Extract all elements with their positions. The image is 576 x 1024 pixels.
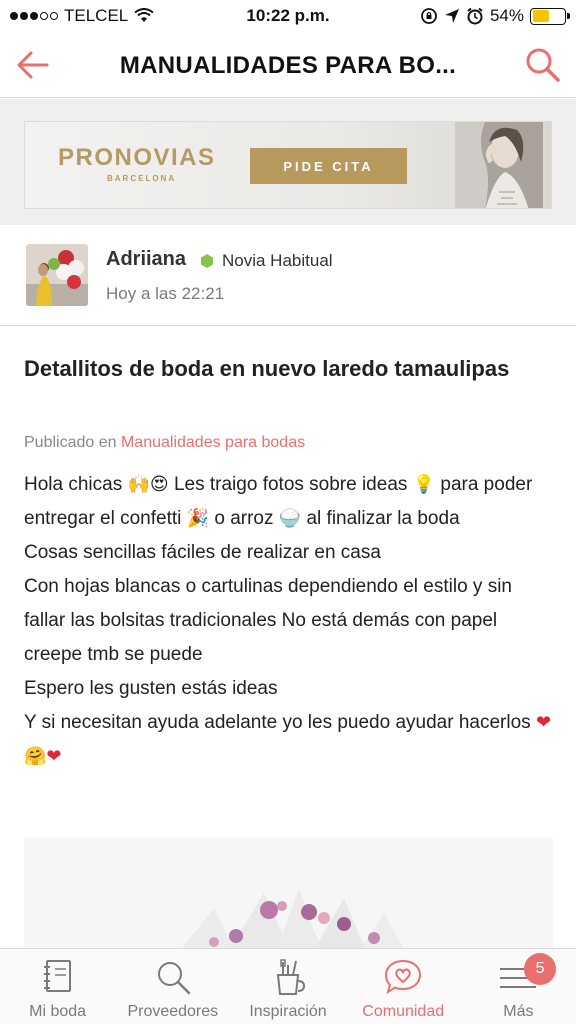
ad-area: PRONOVIAS BARCELONA PIDE CITA — [0, 99, 576, 225]
tab-label: Mi boda — [29, 1003, 87, 1020]
nav-header: MANUALIDADES PARA BO... — [0, 32, 576, 98]
tab-bar: Mi boda Proveedores Inspiración Comunida… — [0, 948, 576, 1024]
category-link[interactable]: Manualidades para bodas — [121, 434, 305, 451]
tab-inspiracion[interactable]: Inspiración — [230, 949, 345, 1024]
author-section: Adriiana Novia Habitual Hoy a las 22:21 — [0, 226, 576, 326]
pide-cita-button[interactable]: PIDE CITA — [250, 148, 407, 184]
search-icon — [526, 48, 560, 82]
brand-logo: PRONOVIAS — [58, 144, 216, 171]
tab-mas[interactable]: 5 Más — [461, 949, 576, 1024]
red-heart-emoji-icon: ❤ — [535, 712, 552, 733]
published-prefix: Publicado en — [24, 434, 117, 451]
body-text: Y si necesitan ayuda adelante yo les pue… — [24, 712, 531, 733]
notebook-icon — [43, 960, 71, 992]
battery-fill — [532, 10, 550, 22]
status-left: TELCEL — [10, 6, 154, 26]
wifi-icon — [134, 8, 154, 22]
location-arrow-icon — [444, 9, 459, 23]
tab-label: Proveedores — [127, 1003, 219, 1020]
tab-proveedores[interactable]: Proveedores — [115, 949, 230, 1024]
red-heart-emoji-icon: ❤ — [46, 746, 62, 767]
confetti-emoji-icon: 🎉 — [186, 508, 210, 529]
post-title: Detallitos de boda en nuevo laredo tamau… — [24, 356, 510, 381]
paragraph-2: Cosas sencillas fáciles de realizar en c… — [24, 542, 381, 563]
tab-label: Inspiración — [249, 1003, 327, 1020]
notification-badge: 5 — [524, 953, 557, 985]
lightbulb-emoji-icon: 💡 — [412, 474, 436, 495]
paint-brushes-icon — [276, 959, 306, 995]
tab-label: Más — [503, 1003, 534, 1020]
hugging-face-emoji-icon: 🤗 — [24, 746, 47, 767]
published-in: Publicado en Manualidades para bodas — [24, 434, 305, 452]
search-icon — [157, 962, 191, 995]
avatar[interactable] — [26, 244, 88, 306]
pronovias-ad-banner[interactable]: PRONOVIAS BARCELONA PIDE CITA — [24, 121, 552, 209]
body-text: Hola chicas — [24, 474, 123, 495]
paragraph-4: Espero les gusten estás ideas — [24, 678, 278, 699]
body-text: o arroz — [214, 508, 274, 529]
battery-percent: 54% — [489, 6, 524, 25]
author-name[interactable]: Adriiana — [106, 248, 186, 271]
status-bar: TELCEL 10:22 p.m. 54% — [0, 0, 576, 32]
paragraph-1: Hola chicas 🙌😍 Les traigo fotos sobre id… — [24, 468, 554, 536]
tab-label: Comunidad — [362, 1003, 445, 1020]
rotation-lock-icon — [421, 8, 437, 24]
bride-model-image — [455, 122, 543, 208]
page-title: MANUALIDADES PARA BO... — [119, 52, 457, 79]
post-timestamp: Hoy a las 22:21 — [106, 284, 225, 303]
post-photo[interactable] — [24, 838, 553, 958]
post-body: Hola chicas 🙌😍 Les traigo fotos sobre id… — [24, 468, 554, 774]
author-level-label: Novia Habitual — [222, 251, 333, 270]
signal-strength-icon — [10, 12, 58, 20]
tab-comunidad[interactable]: Comunidad — [346, 949, 461, 1024]
tab-mi-boda[interactable]: Mi boda — [0, 949, 115, 1024]
arrow-left-icon — [17, 51, 49, 79]
brand-subtitle: BARCELONA — [107, 174, 177, 183]
status-right: 54% — [420, 6, 570, 26]
heart-chat-icon — [385, 959, 422, 995]
back-button[interactable] — [14, 46, 52, 84]
body-text: Les traigo fotos sobre ideas — [173, 474, 408, 495]
search-button[interactable] — [524, 46, 562, 84]
paragraph-5: Y si necesitan ayuda adelante yo les pue… — [24, 706, 554, 774]
level-hexagon-icon — [201, 254, 213, 268]
heart-eyes-emoji-icon: 😍 — [149, 474, 169, 495]
alarm-icon — [467, 7, 483, 25]
battery-icon — [530, 7, 570, 25]
paragraph-3: Con hojas blancas o cartulinas dependien… — [24, 576, 512, 665]
carrier-name: TELCEL — [64, 6, 129, 25]
rice-emoji-icon: 🍚 — [278, 508, 302, 529]
body-text: al finalizar la boda — [306, 508, 460, 529]
raised-hands-emoji-icon: 🙌 — [127, 474, 150, 495]
author-level: Novia Habitual — [200, 251, 333, 271]
